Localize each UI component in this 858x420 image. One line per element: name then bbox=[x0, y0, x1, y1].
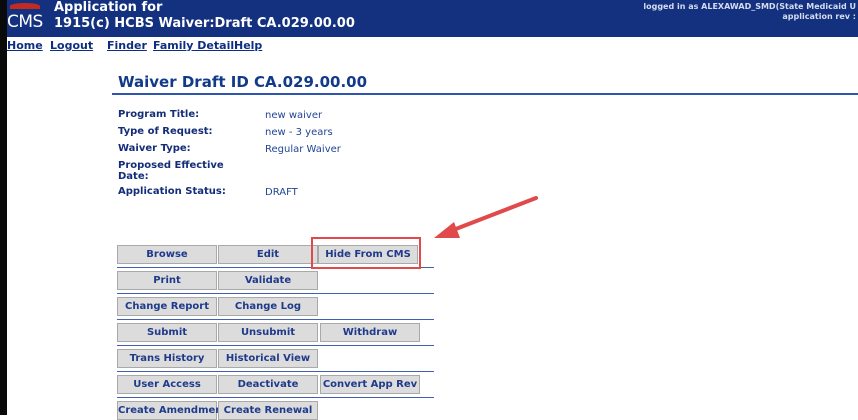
nav-home-link[interactable]: Home bbox=[7, 39, 43, 52]
convert-app-rev-button[interactable]: Convert App Rev bbox=[320, 375, 420, 394]
trans-history-button[interactable]: Trans History bbox=[117, 349, 217, 368]
waiver-type-label: Waiver Type: bbox=[118, 143, 191, 154]
application-status-value: DRAFT bbox=[265, 187, 298, 198]
logo-text: CMS bbox=[7, 12, 43, 32]
left-edge-bar bbox=[0, 0, 7, 415]
waiver-type-value: Regular Waiver bbox=[265, 144, 341, 155]
nav-family-detail-link[interactable]: Family Detail bbox=[153, 39, 234, 52]
validate-button[interactable]: Validate bbox=[218, 271, 318, 290]
app-header: CMS Application for 1915(c) HCBS Waiver:… bbox=[7, 0, 858, 37]
withdraw-button[interactable]: Withdraw bbox=[320, 323, 420, 342]
browse-button[interactable]: Browse bbox=[117, 245, 217, 264]
create-renewal-button[interactable]: Create Renewal bbox=[218, 401, 318, 420]
nav-finder-link[interactable]: Finder bbox=[107, 39, 147, 52]
type-of-request-label: Type of Request: bbox=[118, 126, 213, 137]
application-rev-text: application rev : bbox=[782, 12, 856, 21]
row-divider bbox=[117, 319, 434, 320]
highlight-box bbox=[311, 237, 421, 269]
annotation-arrow-icon bbox=[434, 196, 538, 238]
program-title-label: Program Title: bbox=[118, 109, 200, 120]
create-amendment-button[interactable]: Create Amendment bbox=[117, 401, 227, 420]
row-divider bbox=[117, 397, 434, 398]
proposed-effective-date-label-2: Date: bbox=[118, 171, 149, 182]
edit-button[interactable]: Edit bbox=[218, 245, 318, 264]
change-report-button[interactable]: Change Report bbox=[117, 297, 217, 316]
user-access-button[interactable]: User Access bbox=[117, 375, 217, 394]
row-divider bbox=[117, 371, 434, 372]
title-underline bbox=[112, 93, 858, 95]
print-button[interactable]: Print bbox=[117, 271, 217, 290]
historical-view-button[interactable]: Historical View bbox=[218, 349, 318, 368]
cms-logo: CMS bbox=[7, 0, 47, 37]
row-divider bbox=[117, 293, 434, 294]
type-of-request-value: new - 3 years bbox=[265, 127, 333, 138]
logged-in-text: logged in as ALEXAWAD_SMD(State Medicaid… bbox=[643, 2, 856, 11]
logo-swoosh bbox=[10, 3, 40, 9]
app-title-line1: Application for bbox=[54, 0, 163, 15]
page-title: Waiver Draft ID CA.029.00.00 bbox=[118, 73, 368, 91]
submit-button[interactable]: Submit bbox=[117, 323, 217, 342]
program-title-value: new waiver bbox=[265, 110, 323, 121]
nav-help-link[interactable]: Help bbox=[234, 39, 262, 52]
unsubmit-button[interactable]: Unsubmit bbox=[218, 323, 318, 342]
application-status-label: Application Status: bbox=[118, 186, 226, 197]
proposed-effective-date-label-1: Proposed Effective bbox=[118, 160, 224, 171]
nav-logout-link[interactable]: Logout bbox=[50, 39, 93, 52]
deactivate-button[interactable]: Deactivate bbox=[218, 375, 318, 394]
change-log-button[interactable]: Change Log bbox=[218, 297, 318, 316]
row-divider bbox=[117, 345, 434, 346]
app-title-line2: 1915(c) HCBS Waiver:Draft CA.029.00.00 bbox=[54, 16, 355, 31]
